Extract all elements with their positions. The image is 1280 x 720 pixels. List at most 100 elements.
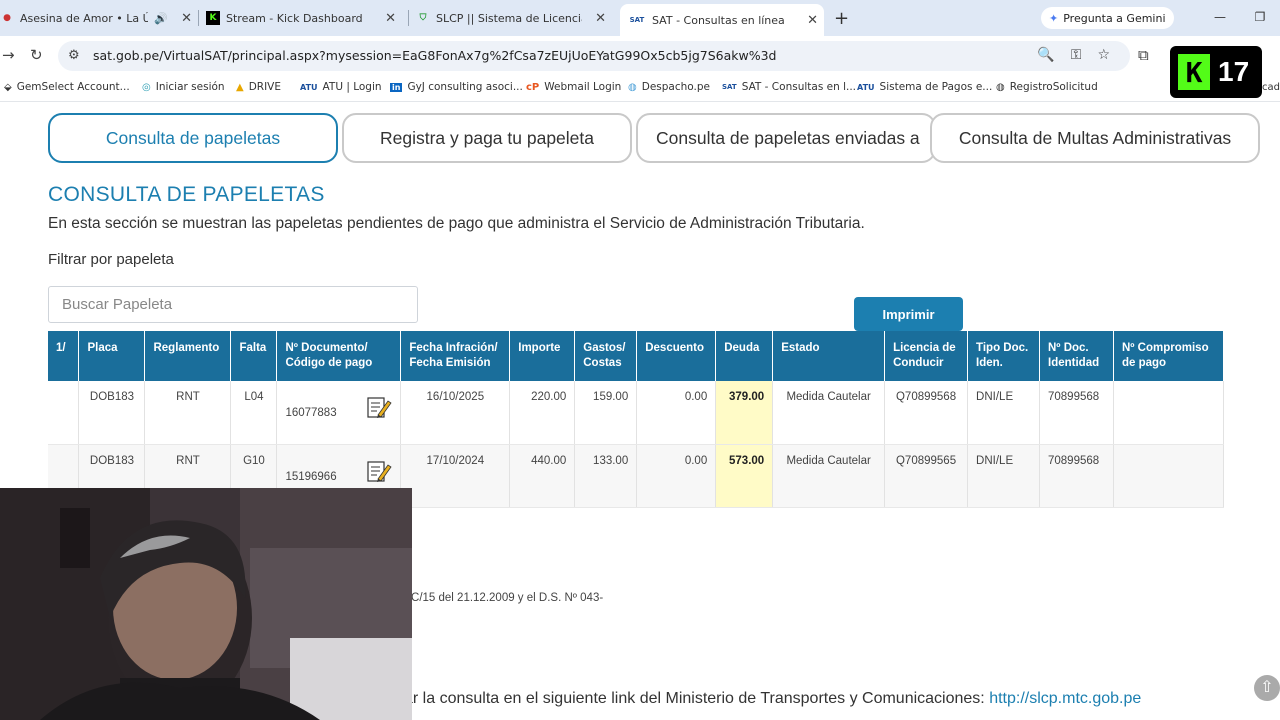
bookmark[interactable]: ATU ATU | Login xyxy=(300,81,382,93)
column-header: Falta xyxy=(230,331,278,381)
new-tab-icon[interactable]: + xyxy=(834,8,849,29)
cell-fecha: 17/10/2024 xyxy=(400,444,511,508)
sat-icon: SAT xyxy=(722,83,737,91)
close-icon[interactable]: ✕ xyxy=(807,13,818,28)
column-header: 1/ xyxy=(48,331,80,381)
bookmark[interactable]: ◍ Despacho.pe xyxy=(628,81,710,93)
column-header: Reglamento xyxy=(144,331,232,381)
edit-document-icon[interactable] xyxy=(366,395,392,419)
globe-icon: ◍ xyxy=(628,81,637,93)
scroll-to-top-button[interactable]: ⇧ xyxy=(1254,675,1280,701)
bookmark[interactable]: ⬙ GemSelect Account... xyxy=(4,81,130,93)
extensions-icon[interactable]: ⧉ xyxy=(1138,46,1149,64)
gem-icon: ⬙ xyxy=(4,81,12,93)
gemini-icon: ✦ xyxy=(1049,11,1059,25)
cell-tipo-doc: DNI/LE xyxy=(967,381,1040,445)
tab-registra-paga[interactable]: Registra y paga tu papeleta xyxy=(342,113,632,163)
tab-title: SLCP || Sistema de Licencias de xyxy=(436,11,582,25)
cell-fecha: 16/10/2025 xyxy=(400,381,511,445)
url-text[interactable]: sat.gob.pe/VirtualSAT/principal.aspx?mys… xyxy=(93,48,776,63)
documento-number: 15196966 xyxy=(285,470,337,483)
site-info-icon[interactable]: ⚙ xyxy=(68,48,80,63)
cell-doc-identidad: 70899568 xyxy=(1039,444,1114,508)
gemini-button[interactable]: ✦ Pregunta a Gemini xyxy=(1041,7,1174,29)
bookmark[interactable]: ATU Sistema de Pagos e... xyxy=(857,81,992,93)
bookmark[interactable]: ▲ DRIVE xyxy=(236,81,281,93)
cell-falta: L04 xyxy=(230,381,278,445)
close-icon[interactable]: ✕ xyxy=(385,11,396,26)
cpanel-icon: cP xyxy=(526,81,540,93)
tab-title: SAT - Consultas en línea xyxy=(652,13,785,27)
search-input[interactable] xyxy=(48,286,418,323)
bookmark[interactable]: SAT SAT - Consultas en l... xyxy=(722,81,856,93)
kick-icon: K xyxy=(206,11,220,25)
bookmark[interactable]: in GyJ consulting asoci... xyxy=(390,81,523,93)
browser-tab-active[interactable]: SAT SAT - Consultas en línea ✕ xyxy=(620,4,824,36)
page-title: CONSULTA DE PAPELETAS xyxy=(48,183,325,206)
print-button[interactable]: Imprimir xyxy=(854,297,963,331)
column-header: Importe xyxy=(509,331,576,381)
mtc-link-paragraph: ar la consulta en el siguiente link del … xyxy=(404,690,1141,708)
bookmark-label: GemSelect Account... xyxy=(16,81,130,93)
globe-icon: ◍ xyxy=(996,81,1005,93)
column-header: Nº Doc. Identidad xyxy=(1039,331,1114,381)
bookmark-label: DRIVE xyxy=(248,81,281,93)
address-bar[interactable]: ⚙ sat.gob.pe/VirtualSAT/principal.aspx?m… xyxy=(58,41,1130,71)
browser-tab[interactable]: ⛉ SLCP || Sistema de Licencias de ✕ xyxy=(416,4,612,32)
bookmarks-bar: ⬙ GemSelect Account... ◎ Iniciar sesión ▲ D… xyxy=(0,76,1280,102)
reload-icon[interactable]: ↻ xyxy=(30,46,43,64)
cell-licencia: Q70899568 xyxy=(884,381,969,445)
forward-icon[interactable]: → xyxy=(2,46,15,64)
follower-count: 17 xyxy=(1218,56,1250,87)
tab-multas-administrativas[interactable]: Consulta de Multas Administrativas xyxy=(930,113,1260,163)
cell-licencia: Q70899565 xyxy=(884,444,969,508)
cell-importe: 220.00 xyxy=(509,381,576,445)
tab-title: Stream - Kick Dashboard xyxy=(226,11,363,25)
close-icon[interactable]: ✕ xyxy=(595,11,606,26)
column-header: Nº Compromiso de pago xyxy=(1113,331,1225,381)
linkedin-icon: in xyxy=(390,82,403,92)
zoom-icon[interactable]: 🔍 xyxy=(1037,47,1054,63)
column-header: Tipo Doc. Iden. xyxy=(967,331,1040,381)
filter-label: Filtrar por papeleta xyxy=(48,251,174,268)
browser-tab[interactable]: K Stream - Kick Dashboard ✕ xyxy=(206,4,402,32)
bookmark-label: ATU | Login xyxy=(322,81,382,93)
bookmark-label: Despacho.pe xyxy=(641,81,710,93)
column-header: Fecha Infración/ Fecha Emisión xyxy=(400,331,511,381)
section-description: En esta sección se muestran las papeleta… xyxy=(48,215,865,232)
speaker-icon[interactable]: 🔊 xyxy=(154,12,168,25)
tab-consulta-papeletas[interactable]: Consulta de papeletas xyxy=(48,113,338,163)
cell-descuento: 0.00 xyxy=(636,381,717,445)
cell-compromiso xyxy=(1113,444,1225,508)
bookmark[interactable]: ◎ Iniciar sesión xyxy=(142,81,225,93)
cell-descuento: 0.00 xyxy=(636,444,717,508)
drive-icon: ▲ xyxy=(236,81,244,93)
papeletas-table: 1/ Placa Reglamento Falta Nº Documento/ … xyxy=(48,331,1225,508)
shield-icon: ⛉ xyxy=(419,13,427,23)
browser-tab-strip: ● Asesina de Amor • La Única 🔊 ✕ K Strea… xyxy=(0,0,1280,36)
music-icon: ● xyxy=(3,13,11,23)
key-icon[interactable]: ⚿ xyxy=(1071,47,1082,63)
tab-separator xyxy=(408,10,409,26)
browser-tab[interactable]: ● Asesina de Amor • La Única 🔊 ✕ xyxy=(0,4,198,32)
close-icon[interactable]: ✕ xyxy=(181,11,192,26)
tab-papeletas-enviadas[interactable]: Consulta de papeletas enviadas a xyxy=(636,113,936,163)
mtc-link[interactable]: http://slcp.mtc.gob.pe xyxy=(989,690,1141,707)
cell-tipo-doc: DNI/LE xyxy=(967,444,1040,508)
mtc-link-text: ar la consulta en el siguiente link del … xyxy=(404,690,990,707)
kick-follower-overlay: K 17 xyxy=(1170,46,1262,98)
bookmark[interactable]: cP Webmail Login xyxy=(526,81,621,93)
legal-note: TC/15 del 21.12.2009 y el D.S. Nº 043- xyxy=(404,592,604,604)
column-header: Estado xyxy=(772,331,886,381)
bookmark[interactable]: ◍ RegistroSolicitud xyxy=(996,81,1098,93)
gemini-label: Pregunta a Gemini xyxy=(1063,11,1166,25)
restore-icon[interactable]: ❐ xyxy=(1240,0,1280,36)
kick-logo-icon: K xyxy=(1178,54,1210,90)
window-controls: — ❐ xyxy=(1200,0,1280,36)
star-icon[interactable]: ☆ xyxy=(1097,47,1110,63)
cell-deuda: 573.00 xyxy=(715,444,774,508)
edit-document-icon[interactable] xyxy=(366,459,392,483)
bookmark-label: Iniciar sesión xyxy=(155,81,225,93)
minimize-icon[interactable]: — xyxy=(1200,0,1240,36)
cell-placa: DOB183 xyxy=(78,381,146,445)
